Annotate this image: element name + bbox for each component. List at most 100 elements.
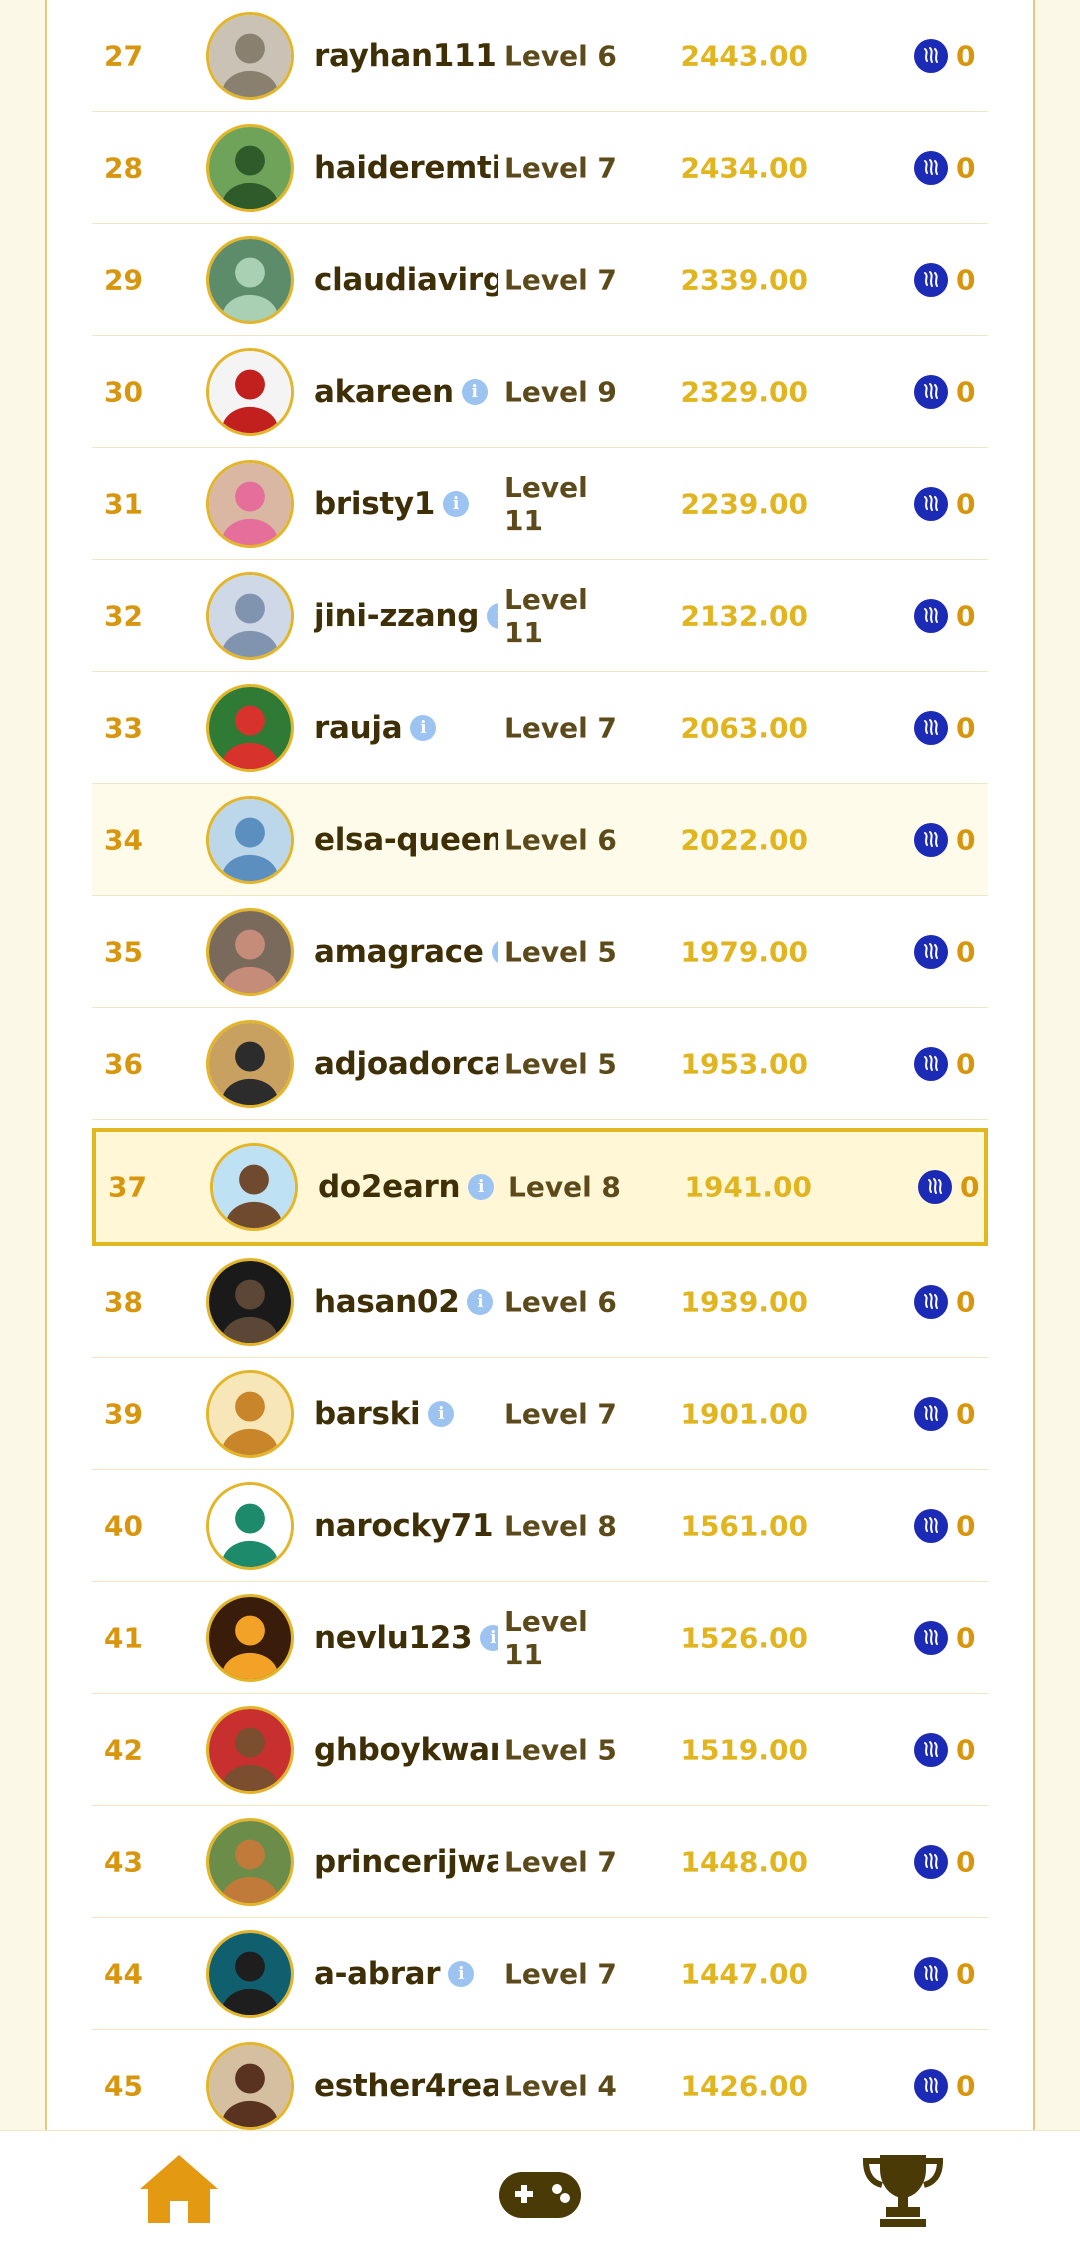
leaderboard-row[interactable]: 37 do2earn i Level 8 1941.00 0 — [92, 1128, 988, 1246]
username[interactable]: a-abrar — [314, 1956, 441, 1992]
steem-coin-icon — [914, 1284, 948, 1319]
info-icon[interactable]: i — [410, 714, 437, 741]
nav-games-button[interactable] — [495, 2153, 585, 2233]
avatar[interactable] — [206, 2041, 294, 2130]
username-cell[interactable]: adjoadorcasi — [314, 1046, 498, 1082]
avatar[interactable] — [206, 683, 294, 772]
username-cell[interactable]: claudiavirginiai — [314, 262, 498, 298]
username[interactable]: rayhan111 — [314, 38, 497, 74]
info-icon[interactable]: i — [487, 602, 498, 629]
avatar[interactable] — [206, 11, 294, 100]
username-cell[interactable]: nevlu123 i — [314, 1620, 498, 1656]
username-cell[interactable]: amagrace i — [314, 934, 498, 970]
avatar[interactable] — [206, 795, 294, 884]
username-cell[interactable]: hasan02 i — [314, 1284, 498, 1320]
username-cell[interactable]: rauja i — [314, 710, 498, 746]
points-value: 2239.00 — [680, 487, 808, 520]
avatar[interactable] — [206, 1705, 294, 1794]
avatar[interactable] — [206, 347, 294, 436]
avatar[interactable] — [206, 1817, 294, 1906]
steem-coin-icon — [914, 1396, 948, 1431]
info-icon[interactable]: i — [491, 938, 498, 965]
username[interactable]: barski — [314, 1396, 421, 1432]
username-cell[interactable]: ghboykwamei — [314, 1732, 498, 1768]
username[interactable]: bristy1 — [314, 486, 435, 522]
avatar[interactable] — [206, 571, 294, 660]
info-icon[interactable]: i — [428, 1400, 455, 1427]
avatar[interactable] — [206, 459, 294, 548]
avatar[interactable] — [206, 907, 294, 996]
leaderboard-row[interactable]: 34 elsa-queeniLevel 6 2022.00 0 — [92, 784, 988, 896]
username-cell[interactable]: akareen i — [314, 374, 498, 410]
username[interactable]: hasan02 — [314, 1284, 460, 1320]
username[interactable]: rauja — [314, 710, 403, 746]
username-cell[interactable]: do2earn i — [318, 1169, 502, 1205]
username[interactable]: akareen — [314, 374, 454, 410]
username-cell[interactable]: barski i — [314, 1396, 498, 1432]
info-icon[interactable]: i — [461, 378, 488, 405]
username-cell[interactable]: haideremtiazi — [314, 150, 498, 186]
level-label: Level 8 — [504, 1509, 617, 1542]
nav-leaderboard-button[interactable] — [858, 2149, 948, 2229]
info-icon[interactable]: i — [480, 1624, 498, 1651]
avatar[interactable] — [206, 1481, 294, 1570]
username[interactable]: haideremtiaz — [314, 150, 498, 186]
leaderboard-row[interactable]: 33 rauja i Level 7 2063.00 0 — [92, 672, 988, 784]
username[interactable]: princerijwan — [314, 1844, 498, 1880]
leaderboard-row[interactable]: 42 ghboykwameiLevel 5 1519.00 0 — [92, 1694, 988, 1806]
username[interactable]: nevlu123 — [314, 1620, 473, 1656]
info-icon[interactable]: i — [448, 1960, 475, 1987]
level-label: Level 6 — [504, 1285, 617, 1318]
avatar[interactable] — [206, 235, 294, 324]
username[interactable]: esther4real — [314, 2068, 498, 2104]
steem-coin-icon — [914, 1046, 948, 1081]
leaderboard-row[interactable]: 38 hasan02 i Level 6 1939.00 0 — [92, 1246, 988, 1358]
username-cell[interactable]: esther4reali — [314, 2068, 498, 2104]
username[interactable]: jini-zzang — [314, 598, 479, 634]
avatar[interactable] — [206, 1369, 294, 1458]
leaderboard-row[interactable]: 41 nevlu123 i Level 11 1526.00 0 — [92, 1582, 988, 1694]
leaderboard-row[interactable]: 44 a-abrar i Level 7 1447.00 0 — [92, 1918, 988, 2030]
steem-coin-icon — [914, 1844, 948, 1879]
avatar[interactable] — [206, 123, 294, 212]
username[interactable]: ghboykwame — [314, 1732, 498, 1768]
username-cell[interactable]: princerijwani — [314, 1844, 498, 1880]
avatar[interactable] — [206, 1257, 294, 1346]
info-icon[interactable]: i — [468, 1174, 495, 1200]
trophy-icon — [862, 2155, 944, 2227]
avatar[interactable] — [206, 1929, 294, 2018]
leaderboard-row[interactable]: 35 amagrace iLevel 5 1979.00 0 — [92, 896, 988, 1008]
nav-home-button[interactable] — [134, 2149, 224, 2229]
level-label: Level 9 — [504, 375, 617, 408]
username-cell[interactable]: jini-zzang i — [314, 598, 498, 634]
leaderboard-row[interactable]: 31 bristy1 i Level 11 2239.00 0 — [92, 448, 988, 560]
leaderboard-row[interactable]: 36 adjoadorcasiLevel 5 1953.00 0 — [92, 1008, 988, 1120]
username[interactable]: do2earn — [318, 1169, 461, 1205]
username-cell[interactable]: bristy1 i — [314, 486, 498, 522]
username-cell[interactable]: elsa-queeni — [314, 822, 498, 858]
leaderboard-row[interactable]: 28 haideremtiaziLevel 7 2434.00 0 — [92, 112, 988, 224]
username-cell[interactable]: a-abrar i — [314, 1956, 498, 1992]
leaderboard-row[interactable]: 27 rayhan111iLevel 6 2443.00 0 — [92, 0, 988, 112]
username-cell[interactable]: narocky71i — [314, 1508, 498, 1544]
leaderboard-row[interactable]: 30 akareen i Level 9 2329.00 0 — [92, 336, 988, 448]
leaderboard-row[interactable]: 39 barski i Level 7 1901.00 0 — [92, 1358, 988, 1470]
leaderboard-row[interactable]: 43 princerijwaniLevel 7 1448.00 0 — [92, 1806, 988, 1918]
username[interactable]: claudiavirginia — [314, 262, 498, 298]
avatar[interactable] — [206, 1593, 294, 1682]
username[interactable]: narocky71 — [314, 1508, 494, 1544]
avatar[interactable] — [206, 1019, 294, 1108]
username[interactable]: elsa-queen — [314, 822, 498, 858]
avatar[interactable] — [210, 1143, 298, 1231]
leaderboard-row[interactable]: 40 narocky71iLevel 8 1561.00 0 — [92, 1470, 988, 1582]
info-icon[interactable]: i — [467, 1288, 494, 1315]
info-icon[interactable]: i — [443, 490, 470, 517]
username[interactable]: adjoadorcas — [314, 1046, 498, 1082]
leaderboard-row[interactable]: 32 jini-zzang iLevel 11 2132.00 0 — [92, 560, 988, 672]
username[interactable]: amagrace — [314, 934, 484, 970]
reward-value: 0 — [956, 823, 976, 856]
leaderboard-row[interactable]: 45 esther4realiLevel 4 1426.00 0 — [92, 2030, 988, 2142]
leaderboard-row[interactable]: 29 claudiavirginiaiLevel 7 2339.00 0 — [92, 224, 988, 336]
username-cell[interactable]: rayhan111i — [314, 38, 498, 74]
steem-coin-icon — [914, 262, 948, 297]
